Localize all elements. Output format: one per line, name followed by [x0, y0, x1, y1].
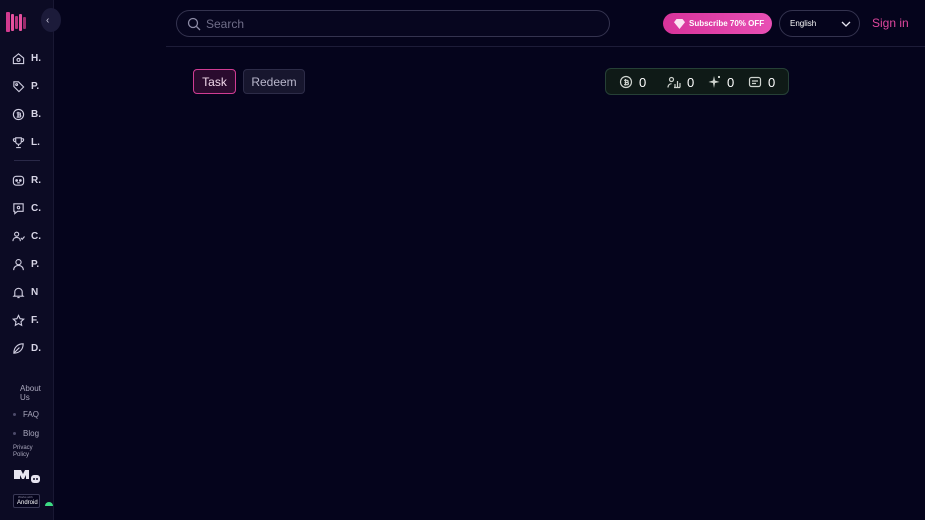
bell-icon	[12, 287, 25, 298]
language-select[interactable]: English	[779, 10, 860, 37]
sign-in-link[interactable]: Sign in	[872, 16, 909, 30]
sidebar-item-label: F.	[31, 314, 39, 326]
coins-icon	[619, 75, 633, 89]
diamond-icon	[674, 18, 685, 29]
app-logo[interactable]	[6, 11, 26, 33]
about-us-link-line2[interactable]: Us	[20, 393, 30, 402]
home-icon	[12, 52, 25, 64]
trophy-icon	[12, 136, 25, 148]
subscribe-label: Subscribe 70% OFF	[689, 19, 765, 28]
search-icon	[187, 17, 201, 31]
blog-link[interactable]: Blog	[23, 429, 39, 438]
sidebar-divider	[14, 160, 40, 161]
about-us-link[interactable]: About	[20, 384, 41, 393]
stat-messages-value: 0	[768, 74, 776, 90]
android-badge-label: Android	[17, 500, 38, 506]
bullet-dot	[13, 413, 16, 416]
android-icon	[45, 502, 53, 506]
subscribe-button[interactable]: Subscribe 70% OFF	[663, 13, 772, 34]
sidebar-item-community[interactable]: C.	[0, 225, 54, 247]
android-badge[interactable]: Works with Android	[13, 494, 40, 508]
sparkle-icon	[708, 76, 720, 88]
sidebar-item-label: C.	[31, 202, 41, 214]
sidebar-item-label: L.	[31, 136, 40, 148]
leaf-icon	[13, 342, 24, 354]
sidebar-item-profile[interactable]: P.	[0, 253, 54, 275]
stat-sparkle-value: 0	[727, 74, 735, 90]
user-icon	[13, 258, 24, 270]
sidebar-collapse-button[interactable]: ‹	[41, 8, 61, 32]
faq-link[interactable]: FAQ	[23, 410, 39, 419]
android-badge-caption: Works with	[18, 495, 33, 499]
language-value: English	[790, 19, 817, 28]
stats-panel: 0 0 0 0	[605, 68, 789, 95]
stat-chart: 0	[667, 74, 694, 90]
sidebar-item-label: D.	[31, 342, 41, 354]
tab-task[interactable]: Task	[193, 69, 236, 94]
sidebar-item-label: N	[31, 286, 39, 298]
stat-coins-value: 0	[639, 74, 647, 90]
sidebar-item-home[interactable]: H.	[0, 47, 54, 69]
robot-icon	[12, 175, 25, 186]
sidebar-item-label: R.	[31, 174, 41, 186]
header-divider	[166, 46, 925, 47]
stat-chart-value: 0	[687, 74, 695, 90]
sidebar-item-chat[interactable]: C.	[0, 197, 54, 219]
community-icon	[12, 231, 25, 241]
sidebar-item-label: P.	[31, 258, 40, 270]
coin-icon	[12, 108, 25, 120]
privacy-policy-link-line2[interactable]: Policy	[13, 452, 29, 458]
chat-icon	[13, 202, 24, 215]
search-bar[interactable]	[176, 10, 610, 37]
bullet-dot	[13, 432, 16, 435]
chart-icon	[667, 76, 681, 89]
stat-sparkle: 0	[707, 74, 734, 90]
message-icon	[748, 76, 762, 88]
search-input[interactable]	[206, 15, 596, 33]
sidebar-item-tag[interactable]: P.	[0, 75, 54, 97]
sidebar-item-label: B.	[31, 108, 41, 120]
sidebar-item-notifications[interactable]: N	[0, 281, 54, 303]
sidebar-item-d[interactable]: D.	[0, 337, 54, 359]
sidebar-item-label: H.	[31, 52, 41, 64]
sidebar: H. P. B. L. R. C. C. P. N F. D. About Us…	[0, 0, 54, 520]
stat-coins: 0	[619, 74, 646, 90]
sidebar-item-trophy[interactable]: L.	[0, 131, 54, 153]
star-icon	[12, 313, 25, 326]
sidebar-item-label: P.	[31, 80, 40, 92]
discord-icon[interactable]	[13, 468, 41, 484]
sidebar-item-favorites[interactable]: F.	[0, 309, 54, 331]
tab-redeem[interactable]: Redeem	[243, 69, 305, 94]
sidebar-item-robot[interactable]: R.	[0, 169, 54, 191]
tag-icon	[13, 80, 25, 92]
stat-messages: 0	[748, 74, 775, 90]
sidebar-item-label: C.	[31, 230, 41, 242]
sidebar-item-coin[interactable]: B.	[0, 103, 54, 125]
chevron-down-icon	[841, 21, 851, 27]
privacy-policy-link[interactable]: Privacy	[13, 445, 33, 451]
chevron-left-icon: ‹	[46, 14, 50, 26]
